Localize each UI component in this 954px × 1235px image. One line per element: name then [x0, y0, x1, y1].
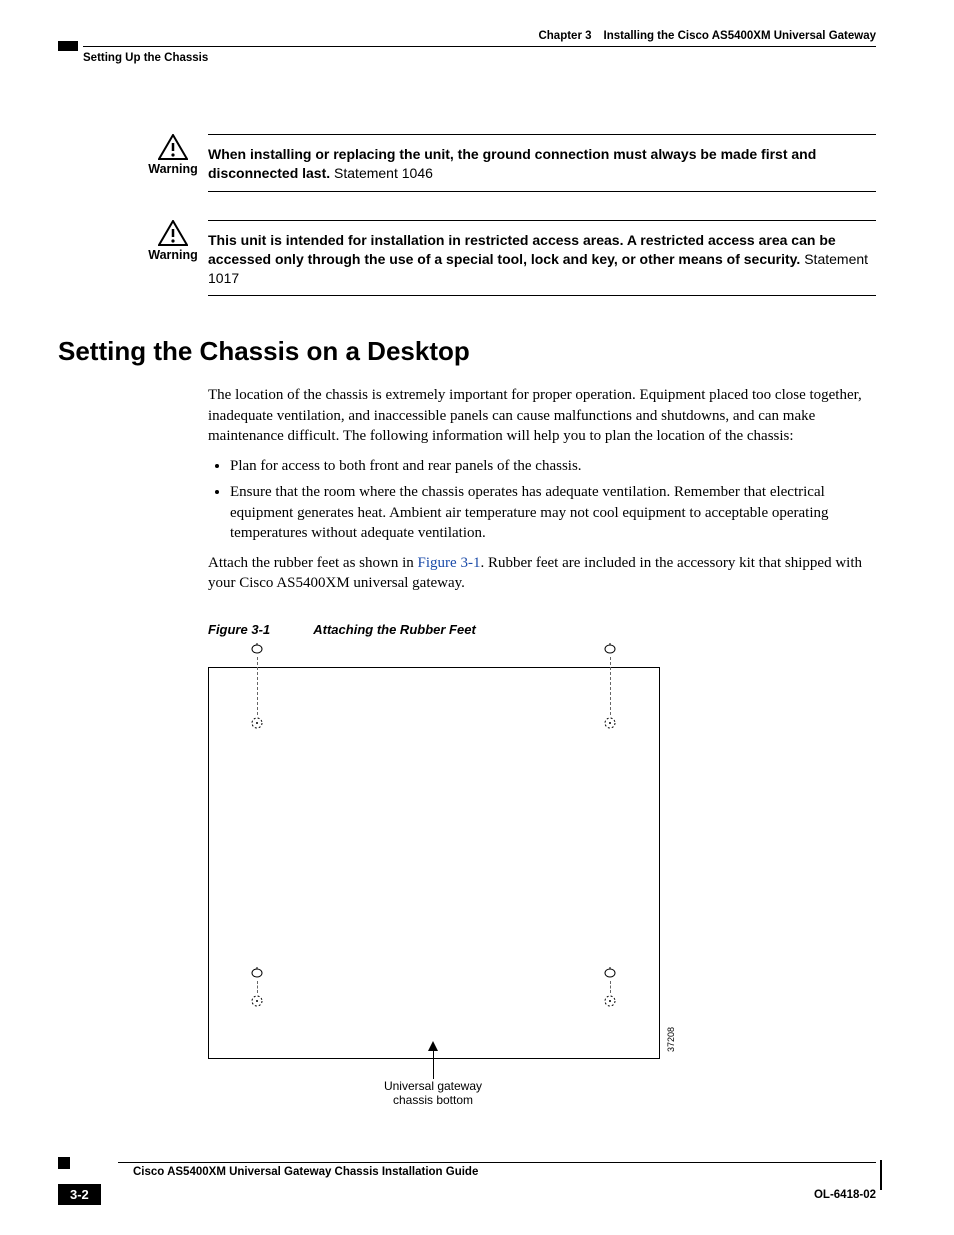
chapter-title: Installing the Cisco AS5400XM Universal … [604, 30, 876, 42]
chassis-outline [208, 667, 660, 1059]
callout-line2: chassis bottom [358, 1093, 508, 1107]
warning-text: This unit is intended for installation i… [208, 220, 876, 297]
warning-text: When installing or replacing the unit, t… [208, 134, 876, 192]
section-heading: Setting the Chassis on a Desktop [58, 336, 876, 367]
rubber-foot-icon [603, 967, 617, 1007]
warning-bold-text: When installing or replacing the unit, t… [208, 146, 816, 181]
warning-label: Warning [148, 248, 198, 262]
section-name: Setting Up the Chassis [83, 52, 208, 64]
header-rule: Setting Up the Chassis [58, 46, 876, 74]
warning-label: Warning [148, 162, 198, 176]
intro-paragraph: The location of the chassis is extremely… [208, 385, 876, 446]
warning-block: Warning When installing or replacing the… [138, 134, 876, 192]
warning-icon [138, 220, 208, 246]
warning-bold-text: This unit is intended for installation i… [208, 232, 836, 267]
figure-diagram: 37208 Universal gateway chassis bottom [208, 647, 668, 1107]
document-id: OL-6418-02 [814, 1189, 876, 1201]
book-title: Cisco AS5400XM Universal Gateway Chassis… [133, 1166, 876, 1178]
chapter-number: Chapter 3 [538, 30, 591, 42]
body-text: The location of the chassis is extremely… [208, 385, 876, 593]
callout-line1: Universal gateway [358, 1079, 508, 1093]
page-number: 3-2 [58, 1184, 101, 1205]
page-footer: Cisco AS5400XM Universal Gateway Chassis… [58, 1162, 876, 1205]
footer-mark-icon [58, 1157, 70, 1169]
figure-title: Attaching the Rubber Feet [313, 622, 476, 637]
attach-paragraph: Attach the rubber feet as shown in Figur… [208, 553, 876, 594]
figure-link[interactable]: Figure 3-1 [418, 555, 481, 571]
list-item: Plan for access to both front and rear p… [230, 456, 876, 476]
bullet-list: Plan for access to both front and rear p… [208, 456, 876, 543]
warning-icon [138, 134, 208, 160]
header-mark-icon [58, 41, 78, 51]
rubber-foot-icon [250, 643, 264, 729]
rubber-foot-icon [603, 643, 617, 729]
running-header: Chapter 3 Installing the Cisco AS5400XM … [58, 30, 876, 42]
figure-caption: Figure 3-1 Attaching the Rubber Feet [208, 622, 876, 637]
arrow-up-icon [428, 1041, 438, 1051]
rubber-foot-icon [250, 967, 264, 1007]
figure-callout: Universal gateway chassis bottom [358, 1041, 508, 1107]
warning-block: Warning This unit is intended for instal… [138, 220, 876, 297]
figure-image-id: 37208 [666, 1027, 676, 1052]
list-item: Ensure that the room where the chassis o… [230, 482, 876, 543]
warning-statement: Statement 1046 [334, 165, 433, 181]
figure-number: Figure 3-1 [208, 622, 270, 637]
